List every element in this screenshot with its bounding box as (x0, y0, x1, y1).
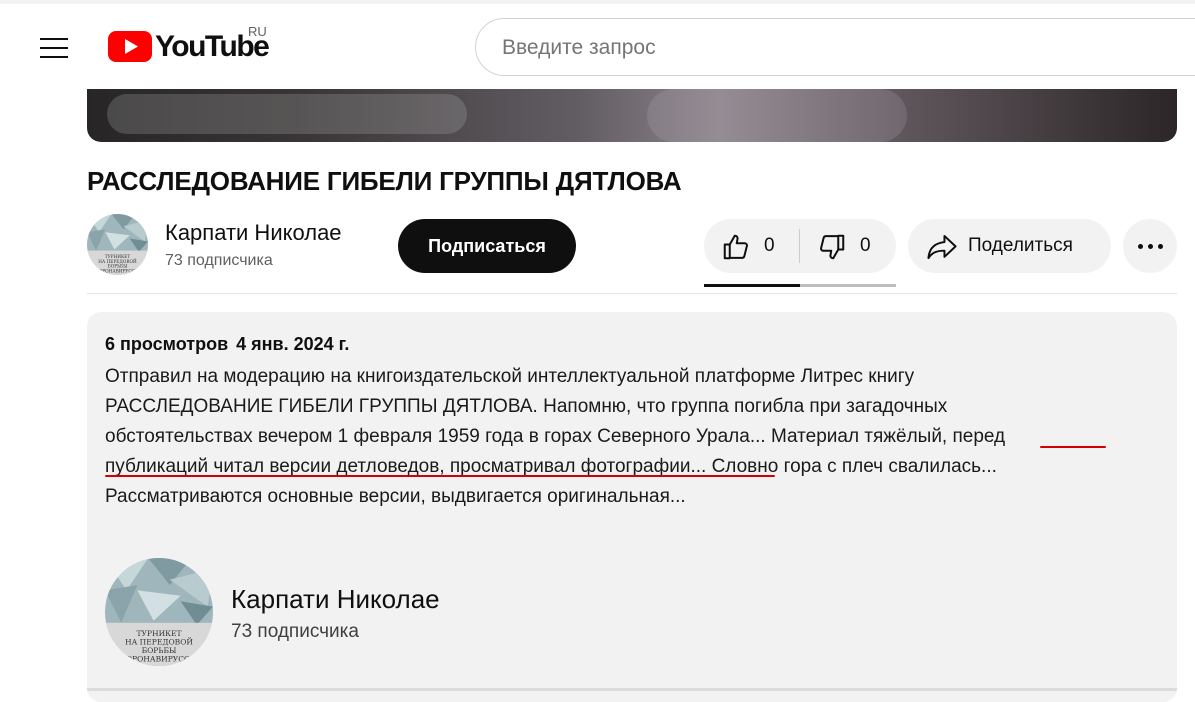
avatar-image: ТУРНИКЕТ НА ПЕРЕДОВОЙ БОРЬБЫ КОРОНАВИРУС… (87, 214, 148, 275)
svg-text:БОРЬБЫ: БОРЬБЫ (108, 265, 128, 270)
channel-avatar-large[interactable]: ТУРНИКЕТ НА ПЕРЕДОВОЙ БОРЬБЫ КОРОНАВИРУС… (105, 558, 213, 666)
svg-text:КОРОНАВИРУСОМ: КОРОНАВИРУСОМ (95, 270, 140, 275)
description-line: обстоятельствах вечером 1 февраля 1959 г… (105, 426, 1006, 447)
share-label: Поделиться (968, 235, 1073, 256)
like-button[interactable]: 0 (704, 219, 800, 273)
thumbs-down-icon (820, 234, 845, 260)
channel-name-large[interactable]: Карпати Николае (231, 584, 440, 615)
avatar-image: ТУРНИКЕТ НА ПЕРЕДОВОЙ БОРЬБЫ КОРОНАВИРУС… (105, 558, 213, 666)
share-button[interactable]: Поделиться (908, 219, 1111, 273)
description-line: Отправил на модерацию на книгоиздательск… (105, 366, 915, 387)
svg-text:НА ПЕРЕДОВОЙ: НА ПЕРЕДОВОЙ (98, 259, 137, 265)
channel-name[interactable]: Карпати Николае (165, 220, 342, 246)
video-title: РАССЛЕДОВАНИЕ ГИБЕЛИ ГРУППЫ ДЯТЛОВА (87, 166, 682, 196)
video-player[interactable] (87, 89, 1177, 142)
search-box[interactable] (475, 18, 1195, 76)
subscribe-button[interactable]: Подписаться (398, 219, 576, 273)
description-line: Рассматриваются основные версии, выдвига… (105, 486, 686, 507)
channel-avatar[interactable]: ТУРНИКЕТ НА ПЕРЕДОВОЙ БОРЬБЫ КОРОНАВИРУС… (87, 214, 148, 275)
dislike-button[interactable]: 0 (800, 219, 896, 273)
menu-icon[interactable] (30, 28, 78, 68)
subscriber-count-large: 73 подписчика (231, 621, 359, 642)
more-icon[interactable] (1123, 219, 1177, 273)
description-box[interactable]: 6 просмотров 4 янв. 2024 г. Отправил на м… (87, 312, 1177, 702)
svg-text:ТУРНИКЕТ: ТУРНИКЕТ (105, 255, 131, 260)
view-count: 6 просмотров (105, 334, 229, 354)
description-text: Отправил на модерацию на книгоиздательск… (105, 362, 1155, 512)
video-frame-detail (647, 89, 907, 142)
youtube-logo[interactable]: YouTube (108, 31, 270, 62)
masthead: YouTube RU (0, 4, 1195, 90)
like-count: 0 (764, 235, 775, 256)
search-input[interactable] (500, 35, 1104, 61)
like-dislike-group: 0 0 (704, 219, 896, 273)
share-icon (927, 234, 957, 260)
description-line: публикаций читал версии детловедов, прос… (105, 456, 997, 477)
description-line: РАССЛЕДОВАНИЕ ГИБЕЛИ ГРУППЫ ДЯТЛОВА. Нап… (105, 396, 948, 417)
like-ratio-bar (704, 284, 896, 287)
subscriber-count: 73 подписчика (165, 252, 273, 269)
dislike-count: 0 (860, 235, 871, 256)
section-divider (87, 293, 1177, 294)
thumbs-up-icon (723, 234, 748, 260)
video-frame-detail (107, 94, 467, 134)
like-ratio-fill (704, 284, 800, 287)
red-underline-mark (1040, 446, 1106, 448)
region-code: RU (248, 24, 267, 39)
youtube-logo-icon (108, 31, 152, 62)
red-underline-mark (105, 475, 775, 477)
upload-date: 4 янв. 2024 г. (236, 334, 350, 354)
video-meta: 6 просмотров 4 янв. 2024 г. (105, 334, 349, 355)
